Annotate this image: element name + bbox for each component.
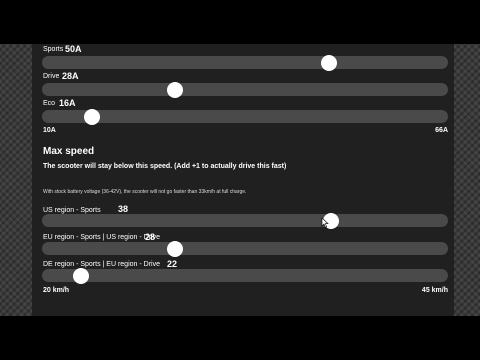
us-sports-speed-label: US region - Sports (43, 207, 101, 214)
eu-sports-speed-label: EU region - Sports | US region - Drive (43, 234, 160, 241)
sports-current-label: Sports (43, 46, 64, 53)
drive-current-value: 28A (62, 71, 79, 81)
settings-panel: Sports 50A Drive 28A Eco 16A 10A 66A Max… (32, 44, 454, 316)
right-pattern-border (454, 44, 480, 316)
de-sports-speed-value: 22 (167, 259, 178, 269)
slider-thumb[interactable] (167, 81, 184, 98)
sports-current-slider[interactable] (42, 54, 448, 71)
eco-current-value: 16A (59, 98, 76, 108)
eco-current-label: Eco (43, 100, 56, 107)
max-speed-heading: Max speed (43, 146, 95, 157)
de-sports-speed-slider[interactable] (42, 267, 448, 284)
eu-sports-speed-value: 28 (145, 232, 156, 242)
current-max-label: 66A (435, 127, 448, 134)
current-min-label: 10A (43, 127, 56, 134)
battery-voltage-note: With stock battery voltage (36-42V), the… (43, 189, 247, 195)
us-sports-speed-value: 38 (118, 204, 129, 214)
de-sports-speed-label: DE region - Sports | EU region - Drive (43, 261, 160, 268)
us-sports-speed-slider[interactable] (42, 212, 448, 229)
drive-current-label: Drive (43, 73, 60, 80)
slider-thumb[interactable] (320, 54, 337, 71)
speed-max-label: 45 km/h (421, 287, 448, 294)
left-pattern-border (0, 44, 32, 316)
slider-thumb[interactable] (83, 108, 100, 125)
sports-current-value: 50A (65, 44, 82, 54)
mouse-cursor-icon (321, 218, 329, 228)
drive-current-slider[interactable] (42, 81, 448, 98)
speed-min-label: 20 km/h (43, 287, 70, 294)
max-speed-description: The scooter will stay below this speed. … (43, 163, 287, 170)
slider-thumb[interactable] (166, 240, 183, 257)
eu-sports-speed-slider[interactable] (42, 240, 448, 257)
slider-thumb[interactable] (73, 267, 90, 284)
eco-current-slider[interactable] (42, 108, 448, 125)
